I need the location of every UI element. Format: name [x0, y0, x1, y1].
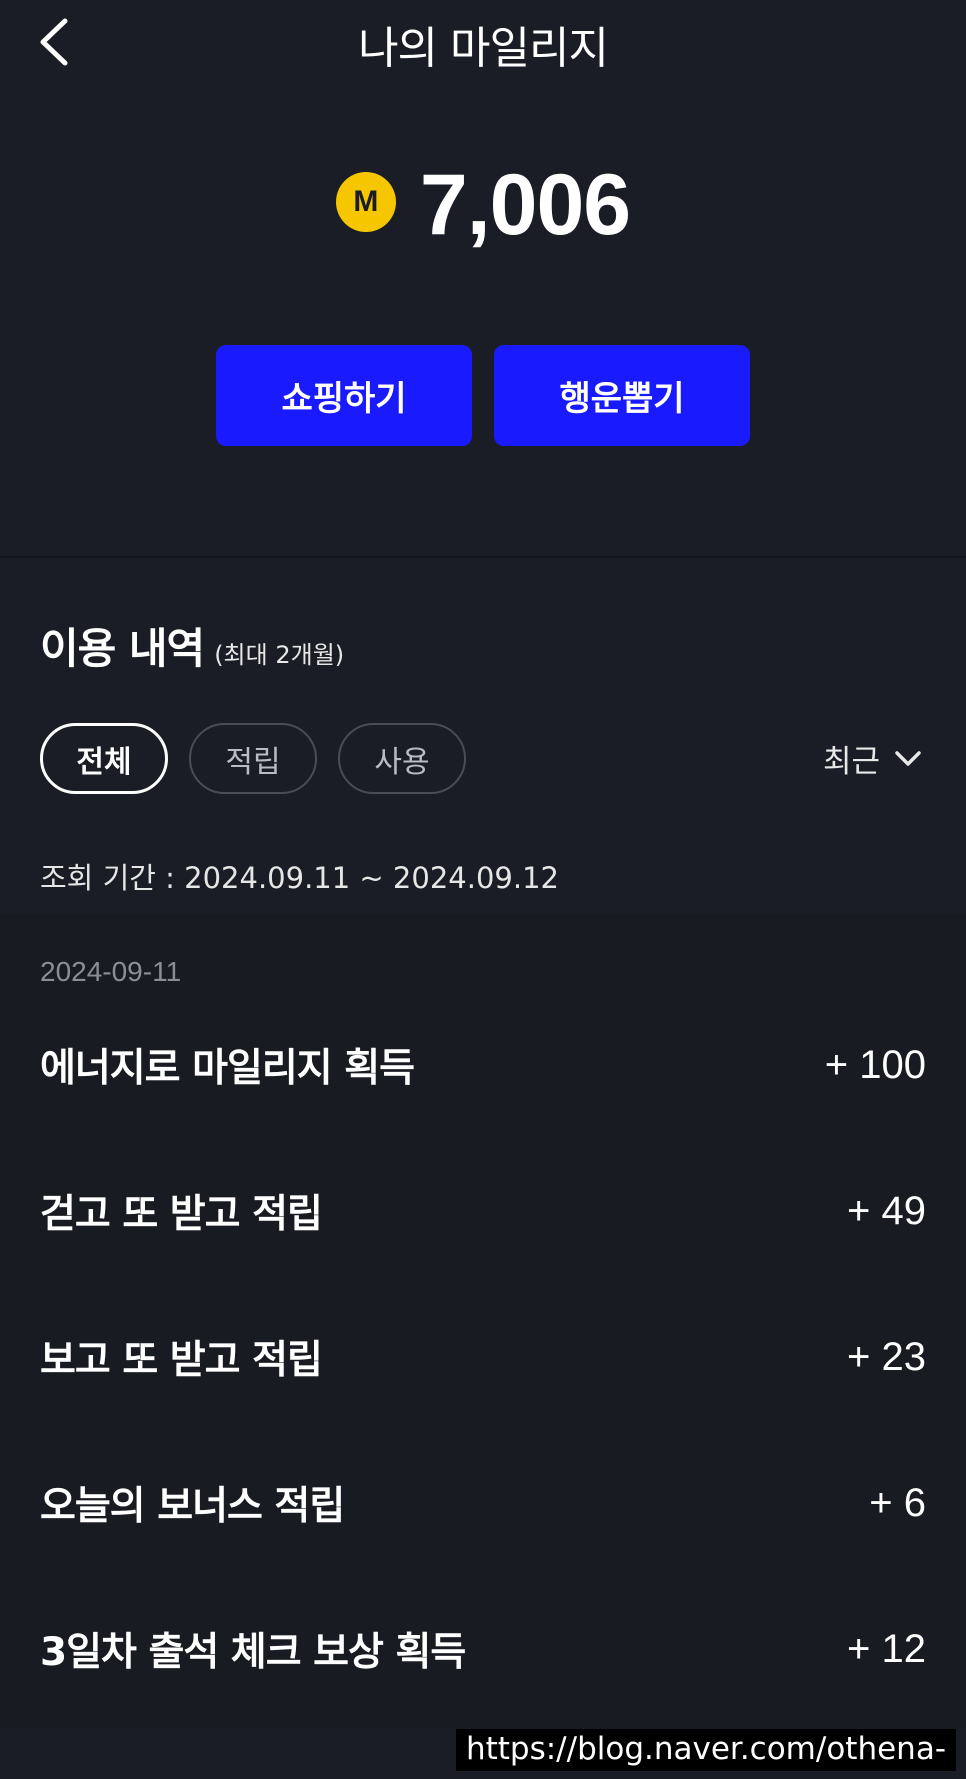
action-buttons: 쇼핑하기 행운뽑기 — [216, 345, 750, 446]
date-label: 2024-09-11 — [40, 956, 182, 987]
chevron-down-icon — [895, 750, 921, 766]
history-header: 이용 내역 (최대 2개월) — [40, 615, 344, 676]
mileage-balance: M 7,006 — [0, 150, 966, 260]
list-item: 보고 또 받고 적립 + 23 — [40, 1322, 926, 1392]
list-item: 걷고 또 받고 적립 + 49 — [40, 1176, 926, 1246]
sort-label: 최근 — [822, 744, 880, 780]
transaction-amount: + 12 — [847, 1626, 926, 1671]
transaction-amount: + 49 — [847, 1188, 926, 1233]
transaction-label: 3일차 출석 체크 보상 획득 — [40, 1630, 466, 1675]
mileage-screen: 나의 마일리지 M 7,006 쇼핑하기 행운뽑기 이용 내역 (최대 2개월)… — [0, 0, 966, 1779]
transaction-amount: + 23 — [847, 1334, 926, 1379]
filter-all-chip[interactable]: 전체 — [40, 723, 168, 794]
balance-value: 7,006 — [419, 156, 631, 253]
mileage-coin-icon: M — [335, 172, 396, 232]
header: 나의 마일리지 — [0, 0, 966, 84]
transaction-label: 걷고 또 받고 적립 — [40, 1192, 323, 1237]
lucky-draw-button[interactable]: 행운뽑기 — [494, 345, 750, 446]
history-title: 이용 내역 — [40, 624, 205, 673]
page-title: 나의 마일리지 — [358, 23, 609, 74]
period-text: 조회 기간 : 2024.09.11 ~ 2024.09.12 — [40, 861, 559, 895]
section-divider — [0, 556, 966, 558]
watermark: https://blog.naver.com/othena- — [455, 1729, 956, 1771]
list-item: 3일차 출석 체크 보상 획득 + 12 — [40, 1614, 926, 1684]
history-subtitle: (최대 2개월) — [214, 641, 345, 669]
coin-letter: M — [353, 185, 379, 218]
transaction-amount: + 100 — [824, 1042, 926, 1087]
filter-chips: 전체 적립 사용 — [40, 723, 466, 794]
filter-earn-chip[interactable]: 적립 — [189, 723, 317, 794]
transaction-label: 에너지로 마일리지 획득 — [40, 1046, 415, 1091]
shopping-button[interactable]: 쇼핑하기 — [216, 345, 472, 446]
transaction-amount: + 6 — [869, 1480, 926, 1525]
sort-dropdown[interactable]: 최근 — [823, 736, 922, 781]
list-item: 오늘의 보너스 적립 + 6 — [40, 1468, 926, 1538]
transaction-label: 오늘의 보너스 적립 — [40, 1484, 345, 1529]
filter-use-chip[interactable]: 사용 — [338, 723, 466, 794]
list-item: 에너지로 마일리지 획득 + 100 — [40, 1030, 926, 1100]
transaction-label: 보고 또 받고 적립 — [40, 1338, 323, 1383]
